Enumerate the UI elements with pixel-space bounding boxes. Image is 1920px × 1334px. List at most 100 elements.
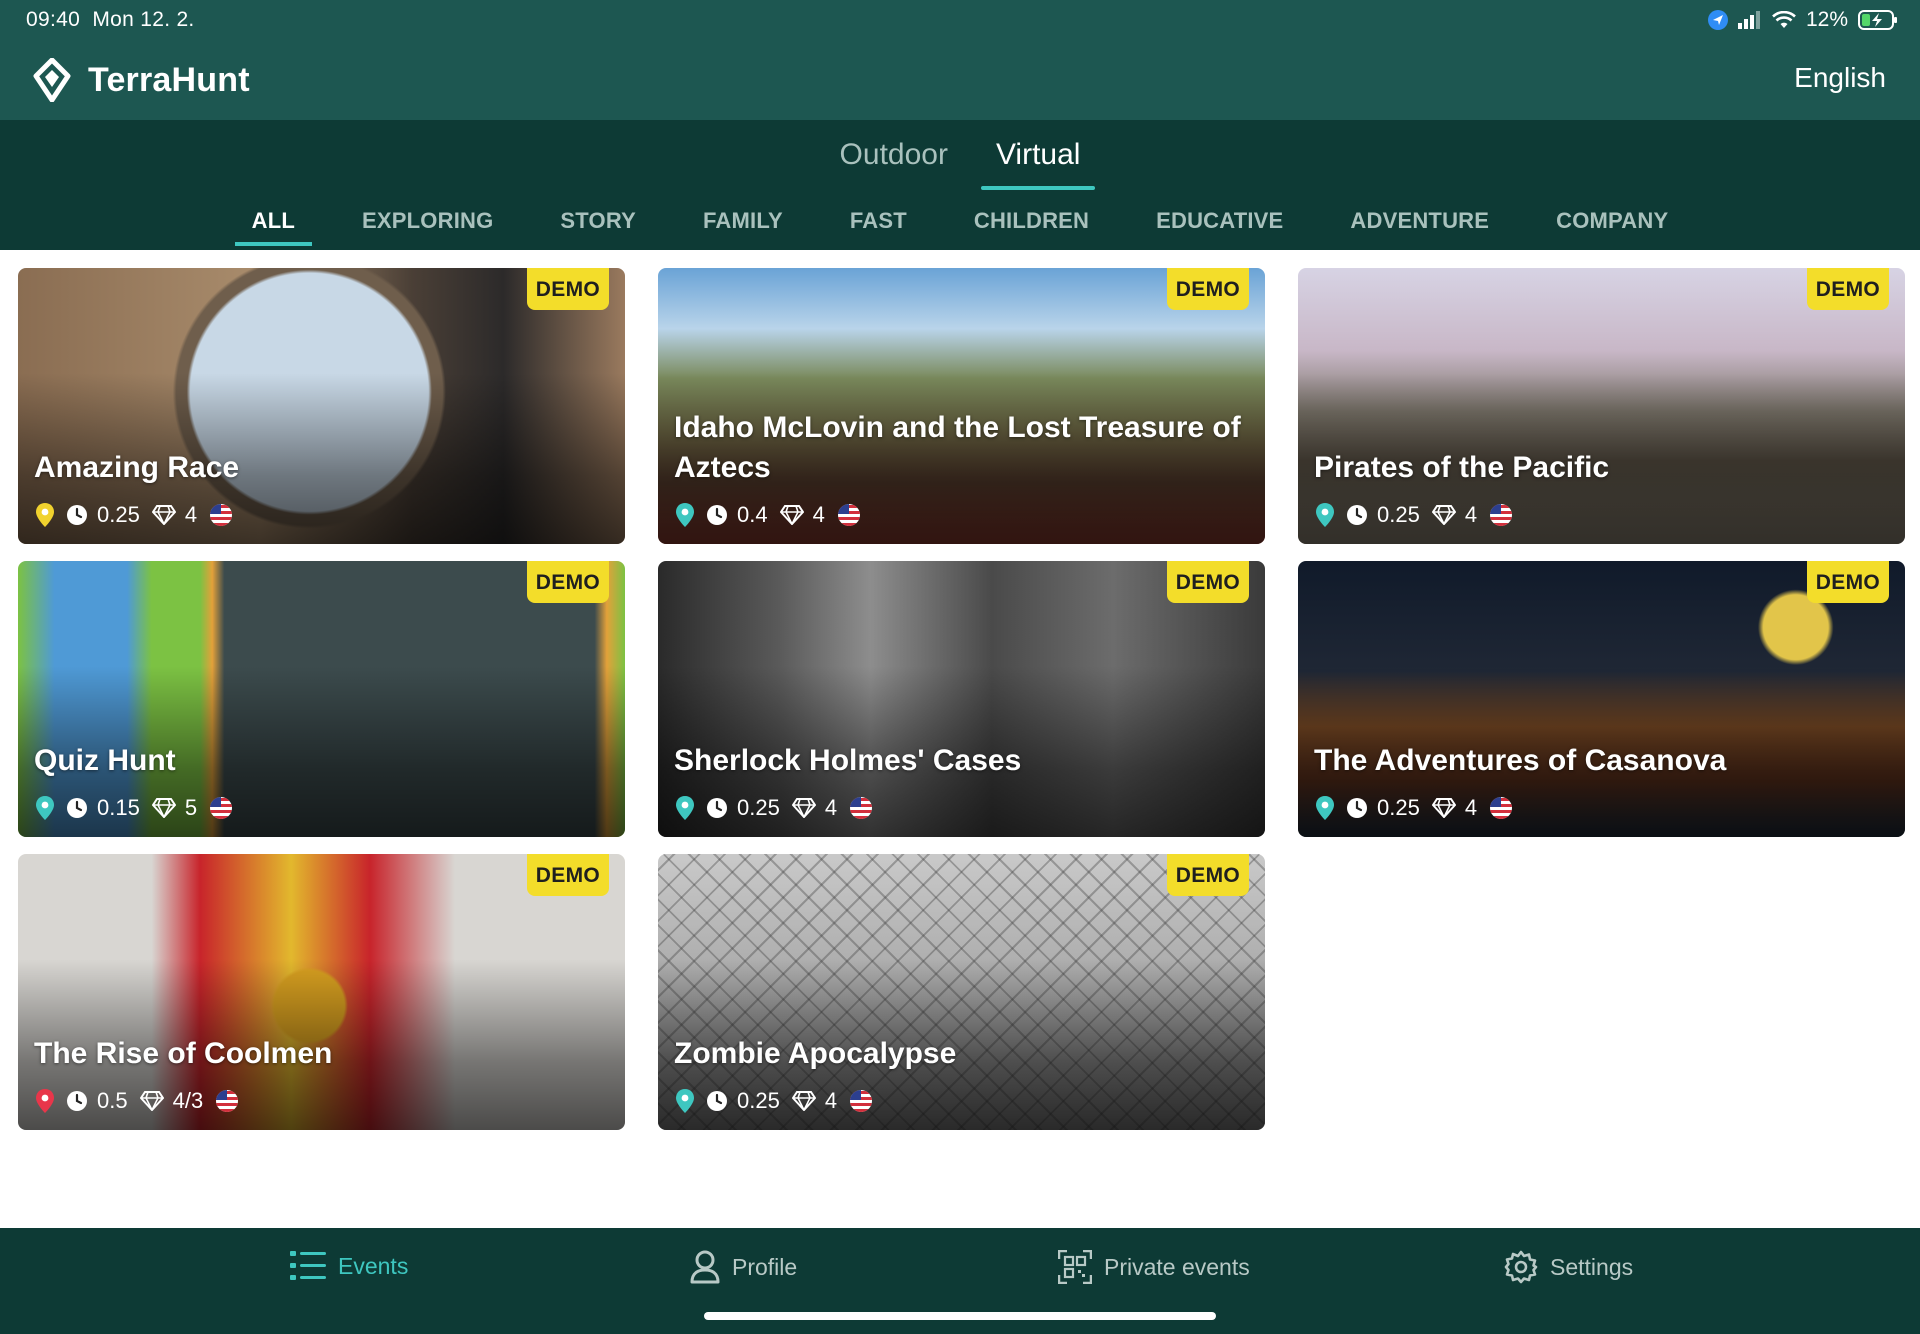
clock-icon bbox=[707, 505, 727, 525]
wifi-icon bbox=[1772, 11, 1796, 28]
location-pin-icon bbox=[676, 503, 694, 527]
gems: 5 bbox=[151, 795, 198, 821]
bottom-nav: Events Profile Private events Settings bbox=[0, 1228, 1920, 1334]
category-tab-children[interactable]: CHILDREN bbox=[957, 208, 1106, 246]
event-meta: 0.4 4 bbox=[676, 502, 861, 528]
clock-icon bbox=[67, 505, 87, 525]
tab-virtual[interactable]: Virtual bbox=[980, 138, 1096, 190]
gems: 4 bbox=[1431, 502, 1478, 528]
diamond-icon bbox=[779, 505, 804, 525]
location-pin-icon bbox=[1316, 796, 1334, 820]
gems-value: 4 bbox=[1464, 502, 1478, 527]
diamond-icon bbox=[139, 1091, 164, 1111]
event-title: Quiz Hunt bbox=[34, 744, 176, 777]
nav-profile[interactable]: Profile bbox=[690, 1250, 797, 1284]
nav-profile-label: Profile bbox=[732, 1253, 798, 1280]
event-meta: 0.15 5 bbox=[36, 795, 233, 821]
gems: 4 bbox=[779, 502, 825, 528]
diamond-icon bbox=[791, 798, 816, 818]
category-tab-family[interactable]: FAMILY bbox=[686, 208, 800, 246]
duration-value: 0.25 bbox=[737, 1088, 780, 1113]
gems: 4 bbox=[151, 502, 198, 528]
diamond-icon bbox=[1431, 505, 1456, 525]
status-icons: 12% bbox=[1707, 8, 1898, 32]
duration-value: 0.4 bbox=[737, 502, 768, 527]
category-tab-exploring[interactable]: EXPLORING bbox=[345, 208, 510, 246]
nav-private-events-label: Private events bbox=[1104, 1253, 1250, 1280]
status-time-date: 09:40 Mon 12. 2. bbox=[26, 8, 195, 32]
event-card[interactable]: DEMO Sherlock Holmes' Cases 0.25 4 bbox=[658, 561, 1265, 837]
duration-value: 0.25 bbox=[1377, 795, 1420, 820]
demo-badge: DEMO bbox=[1166, 561, 1249, 603]
location-arrow-icon bbox=[1707, 10, 1728, 30]
event-title: Idaho McLovin and the Lost Treasure of A… bbox=[674, 411, 1241, 484]
nav-private-events[interactable]: Private events bbox=[1058, 1250, 1250, 1284]
gems-value: 4 bbox=[824, 1088, 838, 1113]
category-tab-educative[interactable]: EDUCATIVE bbox=[1139, 208, 1300, 246]
language-selector[interactable]: English bbox=[1794, 62, 1886, 94]
event-title: Pirates of the Pacific bbox=[1314, 451, 1610, 484]
mode-tabs: Outdoor Virtual bbox=[0, 138, 1920, 190]
nav-settings-label: Settings bbox=[1550, 1253, 1634, 1280]
duration-value: 0.5 bbox=[97, 1088, 128, 1113]
gems-value: 4 bbox=[824, 795, 838, 820]
category-tab-all[interactable]: ALL bbox=[234, 208, 313, 246]
event-title: Amazing Race bbox=[34, 451, 240, 484]
list-icon bbox=[290, 1251, 326, 1280]
event-card[interactable]: DEMO The Rise of Coolmen 0.5 4/3 bbox=[18, 854, 625, 1130]
gems: 4 bbox=[791, 795, 838, 821]
battery-percent: 12% bbox=[1805, 8, 1848, 31]
status-time: 09:40 bbox=[26, 8, 81, 31]
location-pin-icon bbox=[36, 796, 54, 820]
event-meta: 0.25 4 bbox=[676, 1088, 873, 1114]
demo-badge: DEMO bbox=[526, 854, 609, 896]
gems: 4/3 bbox=[139, 1088, 204, 1114]
event-card[interactable]: DEMO Zombie Apocalypse 0.25 4 bbox=[658, 854, 1265, 1130]
event-title: Zombie Apocalypse bbox=[674, 1037, 957, 1070]
brand: TerraHunt bbox=[32, 58, 250, 102]
category-tab-adventure[interactable]: ADVENTURE bbox=[1333, 208, 1506, 246]
event-card[interactable]: DEMO Quiz Hunt 0.15 5 bbox=[18, 561, 625, 837]
event-card[interactable]: DEMO Idaho McLovin and the Lost Treasure… bbox=[658, 268, 1265, 544]
category-tabs: ALL EXPLORING STORY FAMILY FAST CHILDREN… bbox=[0, 208, 1920, 246]
us-flag-icon bbox=[210, 504, 233, 526]
clock-icon bbox=[67, 1091, 87, 1111]
event-meta: 0.5 4/3 bbox=[36, 1088, 239, 1114]
qr-code-icon bbox=[1058, 1250, 1092, 1284]
gems-value: 4/3 bbox=[172, 1088, 204, 1113]
terrahunt-logo-icon bbox=[33, 58, 71, 102]
nav-events-label: Events bbox=[338, 1252, 409, 1279]
gems-value: 4 bbox=[812, 502, 825, 527]
location-pin-icon bbox=[676, 796, 694, 820]
event-card[interactable]: DEMO The Adventures of Casanova 0.25 4 bbox=[1298, 561, 1905, 837]
event-title: The Rise of Coolmen bbox=[34, 1037, 333, 1070]
home-indicator[interactable] bbox=[704, 1312, 1216, 1320]
category-tab-company[interactable]: COMPANY bbox=[1539, 208, 1685, 246]
gems-value: 5 bbox=[184, 795, 198, 820]
tab-outdoor[interactable]: Outdoor bbox=[825, 138, 963, 190]
us-flag-icon bbox=[1490, 797, 1513, 819]
cellular-signal-icon bbox=[1737, 11, 1760, 29]
clock-icon bbox=[707, 1091, 727, 1111]
clock-icon bbox=[1347, 798, 1367, 818]
event-meta: 0.25 4 bbox=[36, 502, 233, 528]
nav-settings[interactable]: Settings bbox=[1504, 1250, 1633, 1284]
category-tab-fast[interactable]: FAST bbox=[833, 208, 924, 246]
duration: 0.15 bbox=[66, 795, 140, 821]
nav-events[interactable]: Events bbox=[290, 1250, 408, 1282]
duration: 0.25 bbox=[1346, 795, 1420, 821]
event-card[interactable]: DEMO Amazing Race 0.25 4 bbox=[18, 268, 625, 544]
category-tab-story[interactable]: STORY bbox=[543, 208, 653, 246]
location-pin-icon bbox=[36, 503, 54, 527]
battery-charging-icon bbox=[1858, 10, 1897, 30]
gems-value: 4 bbox=[184, 502, 198, 527]
duration-value: 0.25 bbox=[1377, 502, 1420, 527]
gems: 4 bbox=[791, 1088, 838, 1114]
duration: 0.25 bbox=[706, 1088, 780, 1114]
duration: 0.25 bbox=[66, 502, 140, 528]
clock-icon bbox=[1347, 505, 1367, 525]
demo-badge: DEMO bbox=[1806, 561, 1889, 603]
event-meta: 0.25 4 bbox=[676, 795, 873, 821]
diamond-icon bbox=[151, 798, 176, 818]
event-card[interactable]: DEMO Pirates of the Pacific 0.25 4 bbox=[1298, 268, 1905, 544]
